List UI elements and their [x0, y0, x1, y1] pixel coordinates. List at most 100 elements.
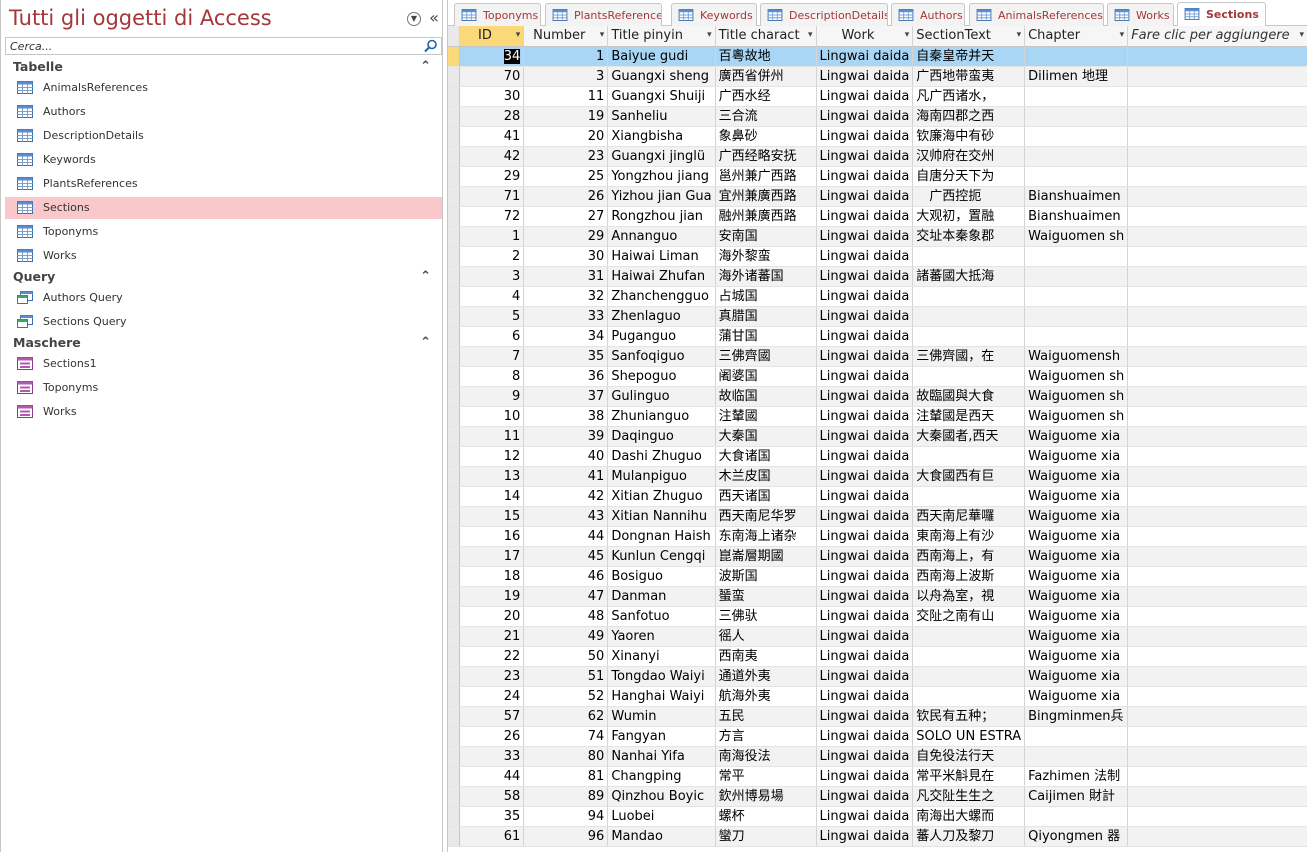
record-selector[interactable] [448, 286, 460, 307]
document-tab[interactable]: Works [1107, 3, 1174, 26]
select-all-corner[interactable] [448, 26, 460, 47]
table-cell[interactable]: Lingwai daida [816, 246, 914, 267]
table-cell[interactable]: Lingwai daida [816, 226, 914, 247]
table-cell[interactable]: 36 [523, 366, 609, 387]
table-cell[interactable]: 96 [523, 826, 609, 847]
table-cell[interactable] [1024, 246, 1129, 267]
record-selector[interactable] [448, 246, 460, 267]
table-cell[interactable]: Waiguomen sh [1024, 386, 1129, 407]
table-cell[interactable]: 大食國西有巨 [912, 466, 1026, 487]
table-cell[interactable]: 注輦國是西天 [912, 406, 1026, 427]
table-cell[interactable]: Waiguome xia [1024, 686, 1129, 707]
nav-item[interactable]: DescriptionDetails [5, 125, 442, 147]
table-cell[interactable]: 9 [459, 386, 525, 407]
table-cell[interactable] [1127, 766, 1307, 787]
table-cell[interactable] [1127, 126, 1307, 147]
table-cell[interactable]: Lingwai daida [816, 166, 914, 187]
table-row[interactable]: 24 52 Hanghai Waiyi 航海外夷 Lingwai daida Waiguo… [448, 686, 1307, 707]
table-cell[interactable]: Lingwai daida [816, 366, 914, 387]
table-cell[interactable] [1127, 46, 1307, 67]
table-cell[interactable]: Hanghai Waiyi [607, 686, 716, 707]
table-cell[interactable]: 汉帅府在交州 [912, 146, 1026, 167]
table-cell[interactable] [1127, 806, 1307, 827]
table-row[interactable]: 35 94 Luobei 螺杯 Lingwai daida 南海出大螺而 [448, 806, 1307, 827]
table-cell[interactable] [1127, 826, 1307, 847]
table-cell[interactable]: 11 [459, 426, 525, 447]
table-row[interactable]: 22 50 Xinanyi 西南夷 Lingwai daida Waiguome xia [448, 646, 1307, 667]
nav-item[interactable]: Toponyms [5, 377, 442, 399]
table-cell[interactable]: 大秦國者,西天 [912, 426, 1026, 447]
table-cell[interactable]: Rongzhou jian [607, 206, 716, 227]
table-cell[interactable]: 自免役法行天 [912, 746, 1026, 767]
table-cell[interactable]: Mulanpiguo [607, 466, 716, 487]
table-cell[interactable]: Guangxi sheng [607, 66, 716, 87]
table-cell[interactable]: 18 [459, 566, 525, 587]
record-selector[interactable] [448, 446, 460, 467]
table-cell[interactable]: 13 [459, 466, 525, 487]
table-cell[interactable]: Lingwai daida [816, 526, 914, 547]
table-cell[interactable]: Lingwai daida [816, 726, 914, 747]
table-row[interactable]: 1 29 Annanguo 安南国 Lingwai daida 交址本秦象郡 Waiguom… [448, 226, 1307, 247]
table-cell[interactable]: Baiyue gudi [607, 46, 716, 67]
search-box[interactable] [5, 37, 442, 55]
table-cell[interactable]: 象鼻砂 [715, 126, 817, 147]
record-selector[interactable] [448, 266, 460, 287]
table-cell[interactable]: 大观初，置融 [912, 206, 1026, 227]
filter-dropdown-icon[interactable]: ▾ [905, 26, 910, 45]
table-row[interactable]: 6 34 Puganguo 蒲甘国 Lingwai daida [448, 326, 1307, 347]
table-cell[interactable]: Lingwai daida [816, 566, 914, 587]
table-row[interactable]: 2 30 Haiwai Liman 海外黎蛮 Lingwai daida [448, 246, 1307, 267]
table-cell[interactable]: Lingwai daida [816, 826, 914, 847]
record-selector[interactable] [448, 686, 460, 707]
record-selector[interactable] [448, 466, 460, 487]
filter-dropdown-icon[interactable]: ▾ [1120, 26, 1125, 45]
table-cell[interactable]: 80 [523, 746, 609, 767]
filter-dropdown-icon[interactable]: ▾ [808, 26, 813, 45]
table-cell[interactable]: Daqinguo [607, 426, 716, 447]
table-cell[interactable]: 钦民有五种； [912, 706, 1026, 727]
table-cell[interactable]: 22 [459, 646, 525, 667]
filter-dropdown-icon[interactable]: ▾ [1299, 26, 1304, 45]
table-cell[interactable] [912, 306, 1026, 327]
table-cell[interactable]: 百粵故地 [715, 46, 817, 67]
record-selector[interactable] [448, 746, 460, 767]
table-row[interactable]: 20 48 Sanfotuo 三佛驮 Lingwai daida 交阯之南有山 Waiguo… [448, 606, 1307, 627]
table-cell[interactable]: Waiguomen sh [1024, 226, 1129, 247]
table-cell[interactable]: 50 [523, 646, 609, 667]
table-cell[interactable] [912, 286, 1026, 307]
table-cell[interactable]: Lingwai daida [816, 626, 914, 647]
table-cell[interactable]: Caijimen 財計 [1024, 786, 1129, 807]
table-cell[interactable]: 东南海上诸杂 [715, 526, 817, 547]
table-cell[interactable]: 42 [459, 146, 525, 167]
table-cell[interactable] [1127, 146, 1307, 167]
table-row[interactable]: 28 19 Sanheliu 三合流 Lingwai daida 海南四郡之西 [448, 106, 1307, 127]
table-cell[interactable]: 南海役法 [715, 746, 817, 767]
table-cell[interactable] [1127, 326, 1307, 347]
table-cell[interactable]: SOLO UN ESTRA [912, 726, 1026, 747]
table-cell[interactable]: 邕州兼广西路 [715, 166, 817, 187]
table-cell[interactable]: 61 [459, 826, 525, 847]
table-cell[interactable]: 31 [523, 266, 609, 287]
table-row[interactable]: 11 39 Daqinguo 大秦国 Lingwai daida 大秦國者,西天 Waigu… [448, 426, 1307, 447]
table-cell[interactable] [1127, 366, 1307, 387]
table-cell[interactable]: 24 [459, 686, 525, 707]
table-cell[interactable] [912, 246, 1026, 267]
nav-item[interactable]: PlantsReferences [5, 173, 442, 195]
table-cell[interactable]: Yongzhou jiang [607, 166, 716, 187]
table-cell[interactable]: Guangxi jinglü [607, 146, 716, 167]
table-cell[interactable]: 真腊国 [715, 306, 817, 327]
table-cell[interactable]: Lingwai daida [816, 546, 914, 567]
table-cell[interactable]: 40 [523, 446, 609, 467]
table-row[interactable]: 7 35 Sanfoqiguo 三佛齊國 Lingwai daida 三佛齊國，在 Waig… [448, 346, 1307, 367]
table-row[interactable]: 70 3 Guangxi sheng 廣西省併州 Lingwai daida 广西地带蛮夷… [448, 66, 1307, 87]
table-cell[interactable]: 16 [459, 526, 525, 547]
table-cell[interactable]: 徭人 [715, 626, 817, 647]
nav-item[interactable]: Authors [5, 101, 442, 123]
table-cell[interactable]: 57 [459, 706, 525, 727]
table-cell[interactable]: 常平 [715, 766, 817, 787]
table-cell[interactable]: 51 [523, 666, 609, 687]
document-tab[interactable]: Keywords [671, 3, 757, 26]
table-cell[interactable]: 海南四郡之西 [912, 106, 1026, 127]
filter-dropdown-icon[interactable]: ▾ [516, 26, 521, 45]
table-cell[interactable]: 三佛齊國，在 [912, 346, 1026, 367]
